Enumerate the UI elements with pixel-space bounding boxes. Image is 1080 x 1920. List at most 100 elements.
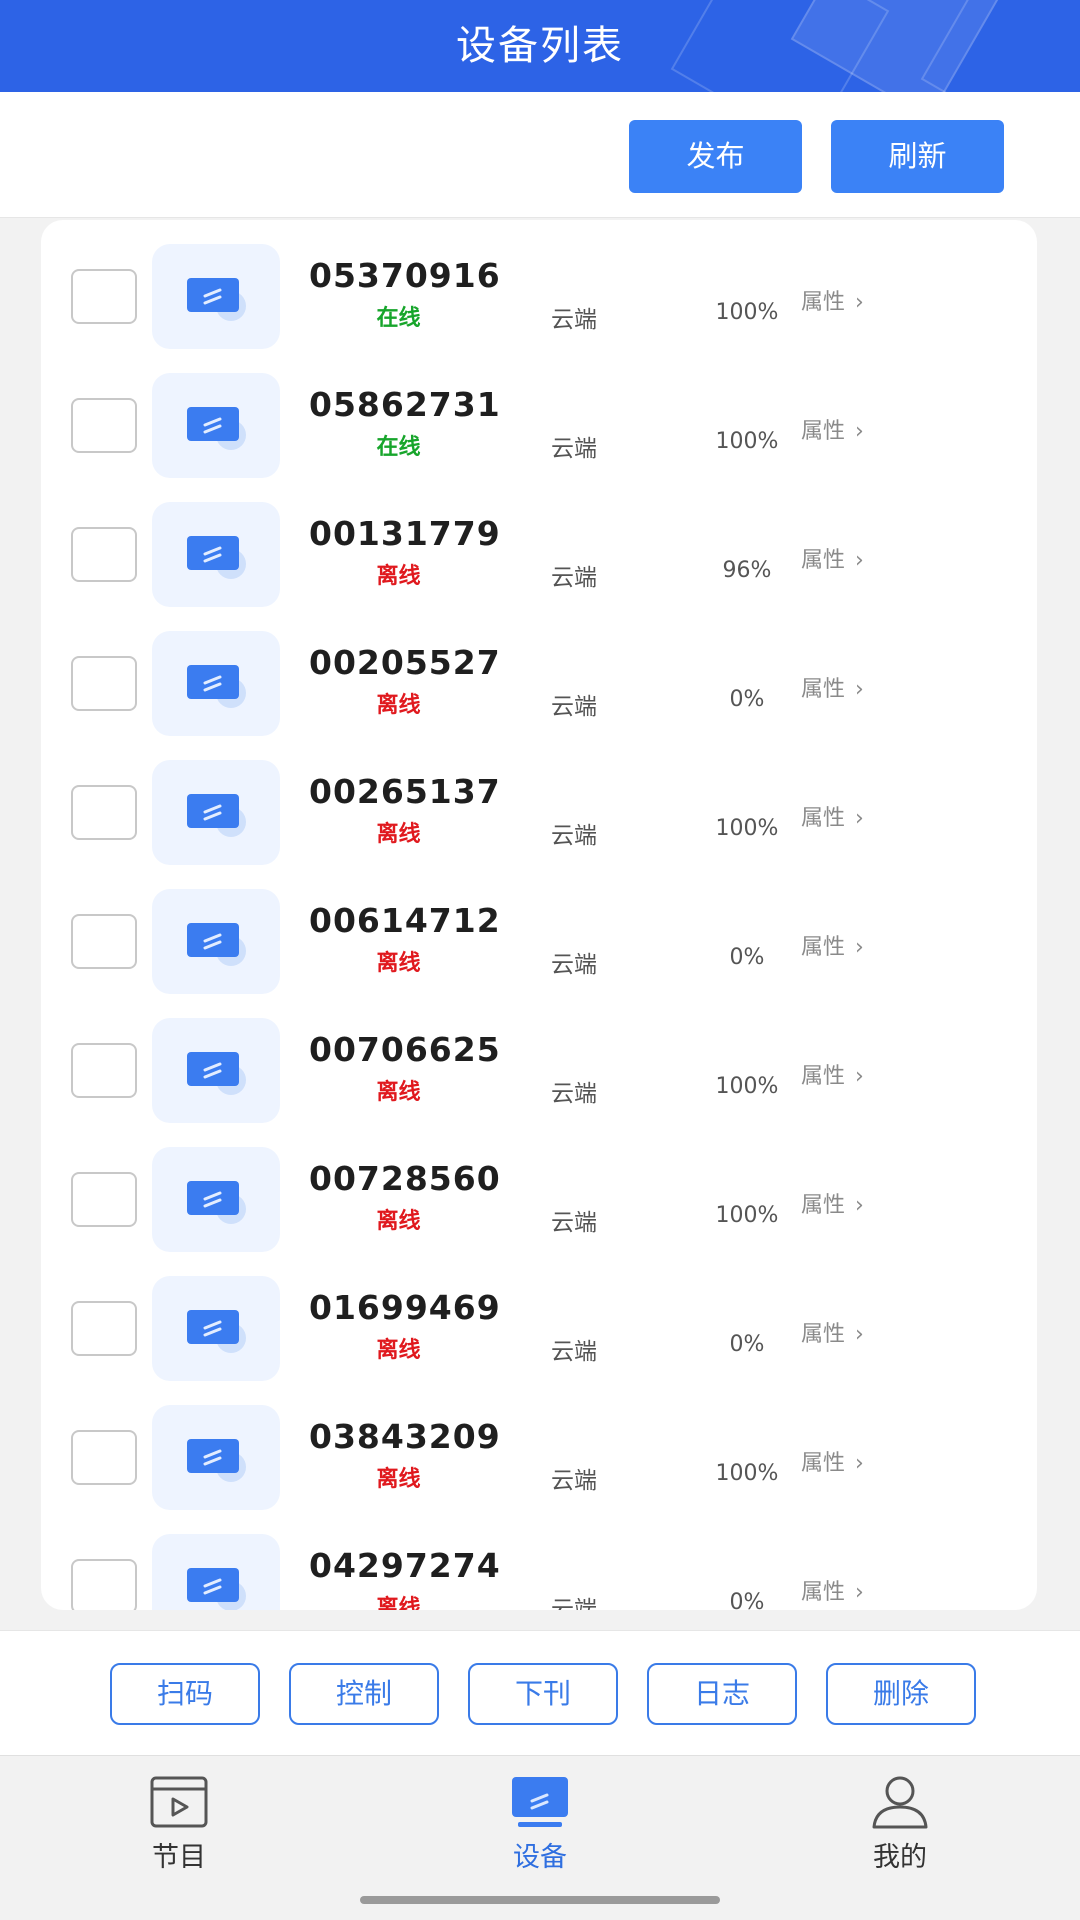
device-percent: 0%	[729, 1332, 765, 1357]
control-button[interactable]: 控制	[289, 1663, 439, 1725]
device-mode: 云端	[551, 307, 597, 333]
device-id: 00728560	[309, 1159, 501, 1198]
device-thumbnail	[152, 373, 280, 478]
device-row[interactable]: 00706625 离线 云端 100% 属性 ›	[41, 1018, 1037, 1147]
row-checkbox[interactable]	[71, 269, 137, 324]
attributes-label: 属性	[801, 1193, 846, 1218]
device-row[interactable]: 05862731 在线 云端 100% 属性 ›	[41, 373, 1037, 502]
row-checkbox[interactable]	[71, 527, 137, 582]
chevron-right-icon: ›	[855, 935, 864, 960]
device-thumbnail	[152, 1147, 280, 1252]
chevron-right-icon: ›	[855, 1193, 864, 1218]
device-row[interactable]: 03843209 离线 云端 100% 属性 ›	[41, 1405, 1037, 1534]
device-id: 00131779	[309, 514, 501, 553]
log-button[interactable]: 日志	[647, 1663, 797, 1725]
device-status: 离线	[376, 1209, 421, 1234]
device-status: 离线	[376, 564, 421, 589]
device-mode: 云端	[551, 565, 597, 591]
device-status: 离线	[376, 1467, 421, 1492]
device-row[interactable]: 00131779 离线 云端 96% 属性 ›	[41, 502, 1037, 631]
publish-button[interactable]: 发布	[629, 120, 802, 193]
device-percent: 96%	[722, 558, 772, 583]
device-percent: 0%	[729, 687, 765, 712]
device-id: 00205527	[309, 643, 501, 682]
device-screen-icon	[187, 536, 246, 579]
delete-button[interactable]: 删除	[826, 1663, 976, 1725]
device-status: 离线	[376, 1596, 421, 1610]
device-list: 05370916 在线 云端 100% 属性 › 05862731 在线 云端 100% 属性 › 00…	[41, 220, 1037, 1610]
attributes-label: 属性	[801, 419, 846, 444]
attributes-link[interactable]: 属性 ›	[801, 671, 864, 703]
chevron-right-icon: ›	[855, 1322, 864, 1347]
device-percent: 100%	[715, 1461, 779, 1486]
tab-mine[interactable]: 我的	[820, 1775, 980, 1885]
device-status: 离线	[376, 1080, 421, 1105]
home-indicator	[360, 1896, 720, 1904]
row-checkbox[interactable]	[71, 1301, 137, 1356]
operation-bar: 扫码 控制 下刊 日志 删除	[0, 1630, 1080, 1756]
tab-programs[interactable]: 节目	[99, 1775, 259, 1885]
device-id: 05370916	[309, 256, 501, 295]
device-row[interactable]: 04297274 离线 云端 0% 属性 ›	[41, 1534, 1037, 1610]
device-thumbnail	[152, 760, 280, 865]
device-row[interactable]: 01699469 离线 云端 0% 属性 ›	[41, 1276, 1037, 1405]
attributes-label: 属性	[801, 677, 846, 702]
device-screen-icon	[187, 278, 246, 321]
attributes-link[interactable]: 属性 ›	[801, 542, 864, 574]
row-checkbox[interactable]	[71, 1559, 137, 1610]
chevron-right-icon: ›	[855, 806, 864, 831]
device-screen-icon	[187, 1568, 246, 1610]
device-row[interactable]: 00205527 离线 云端 0% 属性 ›	[41, 631, 1037, 760]
device-screen-icon	[187, 407, 246, 450]
attributes-link[interactable]: 属性 ›	[801, 1187, 864, 1219]
attributes-link[interactable]: 属性 ›	[801, 1445, 864, 1477]
attributes-link[interactable]: 属性 ›	[801, 284, 864, 316]
chevron-right-icon: ›	[855, 290, 864, 315]
device-mode: 云端	[551, 1468, 597, 1494]
device-status: 离线	[376, 822, 421, 847]
device-id: 00265137	[309, 772, 501, 811]
device-id: 00706625	[309, 1030, 501, 1069]
attributes-link[interactable]: 属性 ›	[801, 800, 864, 832]
action-bar: 发布 刷新	[0, 92, 1080, 218]
row-checkbox[interactable]	[71, 785, 137, 840]
attributes-link[interactable]: 属性 ›	[801, 1574, 864, 1606]
device-id: 01699469	[309, 1288, 501, 1327]
refresh-button[interactable]: 刷新	[831, 120, 1004, 193]
attributes-label: 属性	[801, 1580, 846, 1605]
unpublish-button[interactable]: 下刊	[468, 1663, 618, 1725]
scan-button[interactable]: 扫码	[110, 1663, 260, 1725]
row-checkbox[interactable]	[71, 656, 137, 711]
device-mode: 云端	[551, 1339, 597, 1365]
device-row[interactable]: 00614712 离线 云端 0% 属性 ›	[41, 889, 1037, 1018]
chevron-right-icon: ›	[855, 1064, 864, 1089]
attributes-link[interactable]: 属性 ›	[801, 413, 864, 445]
attributes-label: 属性	[801, 1064, 846, 1089]
tab-devices[interactable]: 设备	[460, 1775, 620, 1885]
attributes-label: 属性	[801, 1322, 846, 1347]
page-title: 设备列表	[456, 23, 624, 69]
attributes-label: 属性	[801, 935, 846, 960]
row-checkbox[interactable]	[71, 1430, 137, 1485]
device-row[interactable]: 00265137 离线 云端 100% 属性 ›	[41, 760, 1037, 889]
device-screen-icon	[187, 665, 246, 708]
row-checkbox[interactable]	[71, 914, 137, 969]
row-checkbox[interactable]	[71, 1043, 137, 1098]
device-id: 04297274	[309, 1546, 501, 1585]
device-id: 05862731	[309, 385, 501, 424]
row-checkbox[interactable]	[71, 398, 137, 453]
device-screen-icon	[512, 1777, 568, 1827]
device-row[interactable]: 00728560 离线 云端 100% 属性 ›	[41, 1147, 1037, 1276]
device-percent: 100%	[715, 429, 779, 454]
device-row[interactable]: 05370916 在线 云端 100% 属性 ›	[41, 244, 1037, 373]
row-checkbox[interactable]	[71, 1172, 137, 1227]
device-status: 离线	[376, 951, 421, 976]
attributes-link[interactable]: 属性 ›	[801, 1058, 864, 1090]
device-mode: 云端	[551, 1210, 597, 1236]
device-screen-icon	[187, 1052, 246, 1095]
device-mode: 云端	[551, 1597, 597, 1610]
attributes-link[interactable]: 属性 ›	[801, 1316, 864, 1348]
user-icon	[872, 1776, 928, 1829]
attributes-link[interactable]: 属性 ›	[801, 929, 864, 961]
device-thumbnail	[152, 1405, 280, 1510]
